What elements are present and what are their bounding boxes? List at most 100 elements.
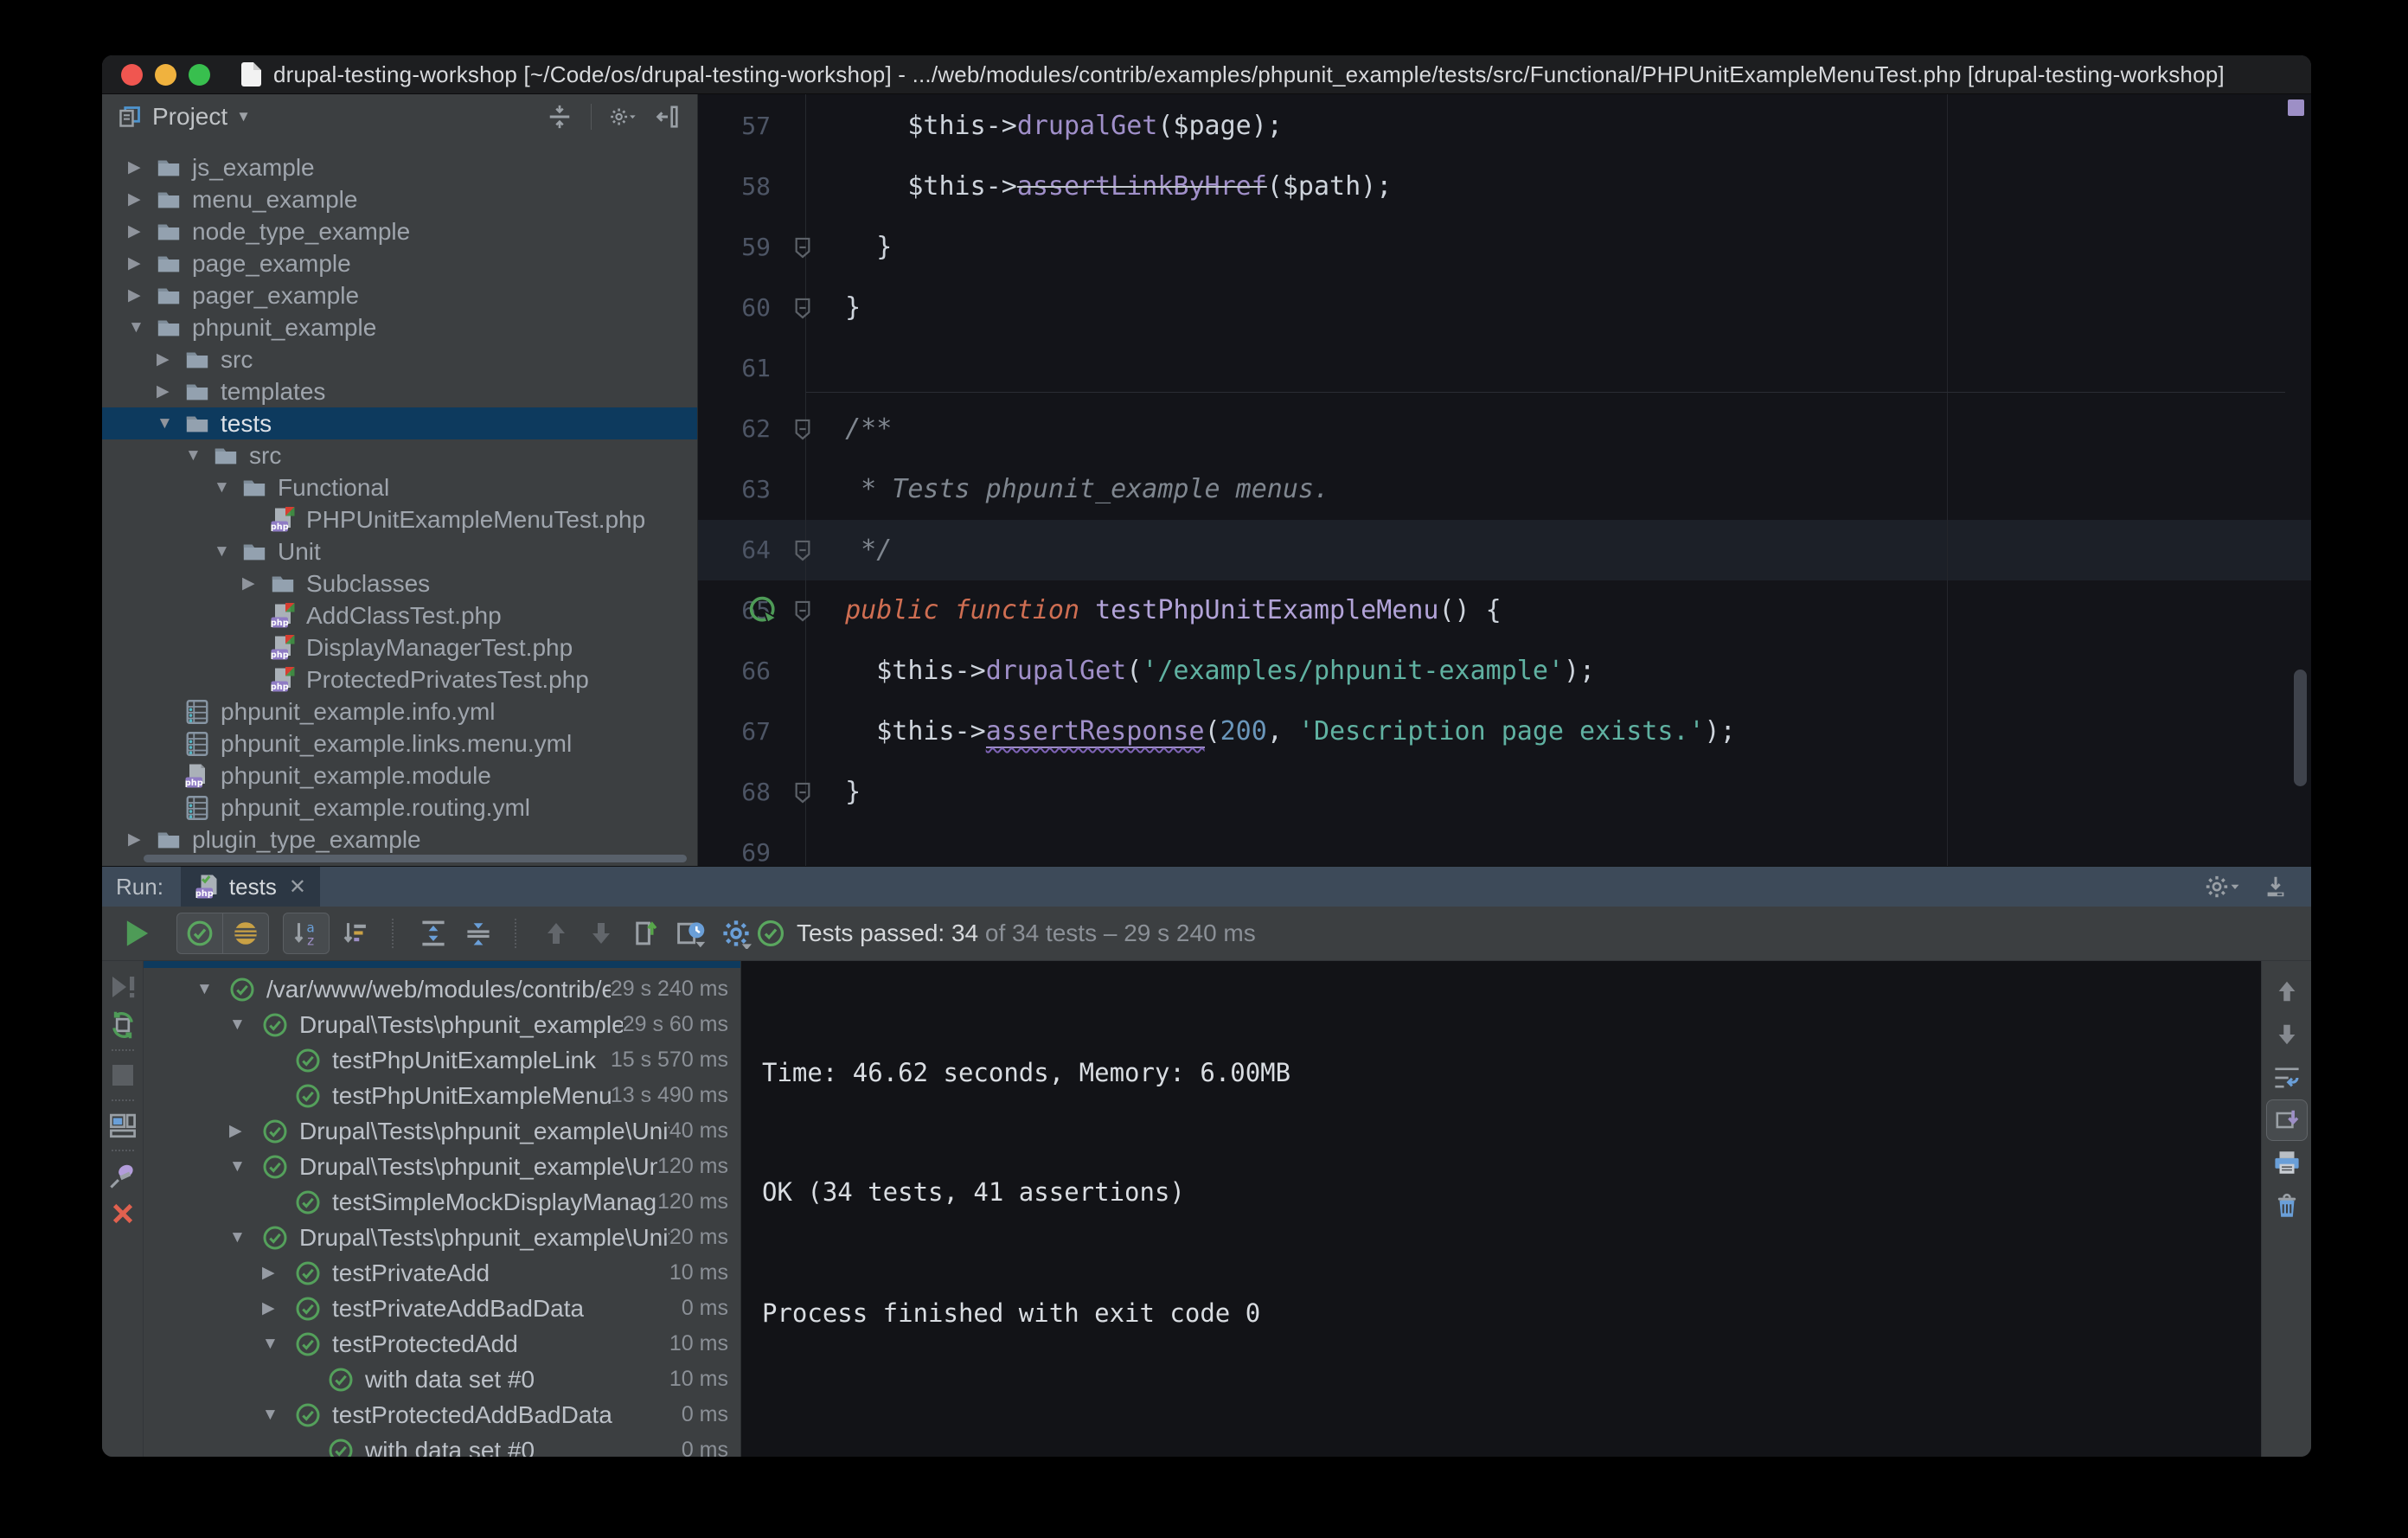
tree-toggle-icon[interactable]: ▶ <box>128 157 156 177</box>
previous-failed-test-button[interactable] <box>537 913 575 953</box>
close-window-button[interactable] <box>121 63 143 86</box>
code-line[interactable]: $this->drupalGet('/examples/phpunit-exam… <box>814 641 2311 702</box>
show-passed-toggle[interactable] <box>177 913 222 953</box>
project-tree-item[interactable]: ▼ Functional <box>102 471 697 503</box>
code-line[interactable]: /** <box>814 399 2311 459</box>
tree-toggle-icon[interactable]: ▶ <box>157 349 184 369</box>
show-ignored-toggle[interactable] <box>222 913 268 953</box>
project-tree-item[interactable]: ▶ node_type_example <box>102 215 697 247</box>
tree-toggle-icon[interactable]: ▼ <box>157 414 184 433</box>
project-tree-item[interactable]: ▼ Unit <box>102 535 697 567</box>
fold-marker[interactable] <box>791 580 814 641</box>
rerun-tests-button[interactable] <box>125 919 150 948</box>
clear-all-button[interactable] <box>2262 1184 2311 1227</box>
run-panel-settings-button[interactable] <box>2204 874 2240 900</box>
document-proxy-icon[interactable] <box>241 62 261 87</box>
stop-button[interactable] <box>102 1056 143 1094</box>
tree-toggle-icon[interactable]: ▼ <box>128 318 156 337</box>
project-tree-item[interactable]: ▶ templates <box>102 375 697 407</box>
tree-toggle-icon[interactable]: ▼ <box>196 980 229 999</box>
code-line[interactable]: $this->drupalGet($page); <box>814 96 2311 157</box>
test-tree-item[interactable]: ▼ testProtectedAddBadData 0 ms <box>144 1397 740 1432</box>
editor-scrollbar[interactable] <box>2294 670 2307 786</box>
test-runner-settings-button[interactable] <box>717 913 755 953</box>
run-test-gutter-button[interactable] <box>746 580 781 641</box>
tree-toggle-icon[interactable]: ▼ <box>214 478 241 497</box>
test-tree-item[interactable]: testSimpleMockDisplayManager 120 ms <box>144 1184 740 1220</box>
project-tree-item[interactable]: ▶ page_example <box>102 247 697 279</box>
tree-toggle-icon[interactable]: ▼ <box>229 1157 262 1176</box>
sort-by-duration-button[interactable] <box>336 913 375 953</box>
test-tree-item[interactable]: ▼ Drupal\Tests\phpunit_example\Unit\I 120 … <box>144 1149 740 1184</box>
soft-wrap-button[interactable] <box>2262 1056 2311 1099</box>
project-tree-item[interactable]: php ProtectedPrivatesTest.php <box>102 663 697 695</box>
test-tree-item[interactable]: testPhpUnitExampleLink 15 s 570 ms <box>144 1042 740 1078</box>
test-tree-item[interactable]: ▶ testPrivateAddBadData 0 ms <box>144 1291 740 1326</box>
tree-toggle-icon[interactable]: ▶ <box>262 1298 295 1318</box>
test-tree-item[interactable]: ▶ testPrivateAdd 10 ms <box>144 1255 740 1291</box>
close-tab-icon[interactable]: ✕ <box>289 875 306 900</box>
settings-gear-button[interactable] <box>609 103 637 131</box>
tree-toggle-icon[interactable]: ▶ <box>262 1263 295 1283</box>
run-tab-tests[interactable]: php tests ✕ <box>180 867 320 907</box>
project-tree-item[interactable]: ▶ Subclasses <box>102 567 697 599</box>
tree-toggle-icon[interactable]: ▼ <box>214 542 241 561</box>
code-line[interactable]: * Tests phpunit_example menus. <box>814 459 2311 520</box>
project-tree-item[interactable]: ▶ src <box>102 343 697 375</box>
fold-marker[interactable] <box>791 399 814 459</box>
tree-toggle-icon[interactable]: ▶ <box>128 285 156 305</box>
expand-all-button[interactable] <box>414 913 452 953</box>
code-line[interactable] <box>814 338 2311 399</box>
next-failed-test-button[interactable] <box>582 913 620 953</box>
fold-marker[interactable] <box>791 217 814 278</box>
fold-marker[interactable] <box>791 762 814 823</box>
print-button[interactable] <box>2262 1141 2311 1184</box>
chevron-down-icon[interactable]: ▼ <box>236 108 251 125</box>
code-line[interactable]: } <box>814 278 2311 338</box>
restore-layout-button[interactable] <box>102 1106 143 1144</box>
project-tree-item[interactable]: phpunit_example.links.menu.yml <box>102 727 697 759</box>
test-tree-item[interactable]: ▶ Drupal\Tests\phpunit_example\Unit\A 40 m… <box>144 1113 740 1149</box>
fold-marker-icon[interactable] <box>793 599 812 622</box>
code-line[interactable]: public function testPhpUnitExampleMenu()… <box>814 580 2311 641</box>
project-tree-item[interactable]: ▶ menu_example <box>102 183 697 215</box>
tree-toggle-icon[interactable]: ▶ <box>128 830 156 849</box>
scroll-to-end-toggle[interactable] <box>2265 1099 2308 1141</box>
fold-marker[interactable] <box>791 278 814 338</box>
code-line[interactable]: } <box>814 762 2311 823</box>
project-tree-item[interactable]: php AddClassTest.php <box>102 599 697 631</box>
tree-toggle-icon[interactable]: ▶ <box>128 221 156 241</box>
fold-marker-icon[interactable] <box>793 539 812 561</box>
horizontal-scrollbar[interactable] <box>144 855 687 862</box>
code-line[interactable]: $this->assertLinkByHref($path); <box>814 157 2311 217</box>
collapse-all-button[interactable] <box>459 913 497 953</box>
project-tree-item[interactable]: phpunit_example.routing.yml <box>102 791 697 823</box>
code-line[interactable]: */ <box>814 520 2311 580</box>
test-tree-item[interactable]: with data set #0 10 ms <box>144 1362 740 1397</box>
test-tree-item[interactable]: ▼ /var/www/web/modules/contrib/exa 29 s 24… <box>144 971 740 1007</box>
test-tree-item[interactable]: ▼ testProtectedAdd 10 ms <box>144 1326 740 1362</box>
project-tree-item[interactable]: ▶ plugin_type_example <box>102 823 697 856</box>
run-test-gutter-icon[interactable] <box>748 595 779 626</box>
hide-panel-button[interactable] <box>654 103 682 131</box>
fold-marker-icon[interactable] <box>793 418 812 440</box>
import-test-results-button[interactable] <box>627 913 665 953</box>
tree-toggle-icon[interactable]: ▶ <box>128 253 156 273</box>
rerun-failed-tests-button[interactable] <box>102 968 143 1006</box>
pin-tab-button[interactable] <box>102 1157 143 1195</box>
code-editor[interactable]: 57 58 59 60 61 62 63 64 65 66 67 68 69 $this->drupal… <box>698 94 2311 866</box>
tree-toggle-icon[interactable]: ▶ <box>242 574 270 593</box>
project-tree-item[interactable]: ▼ src <box>102 439 697 471</box>
test-tree-item[interactable]: testPhpUnitExampleMenu 13 s 490 ms <box>144 1078 740 1113</box>
up-stacktrace-button[interactable] <box>2262 970 2311 1013</box>
tree-toggle-icon[interactable]: ▶ <box>157 381 184 401</box>
close-run-panel-button[interactable] <box>102 1195 143 1233</box>
test-history-button[interactable] <box>672 913 710 953</box>
editor-code-area[interactable]: $this->drupalGet($page); $this->assertLi… <box>814 94 2311 866</box>
project-tree-item[interactable]: php phpunit_example.module <box>102 759 697 791</box>
inspection-indicator-icon[interactable] <box>2288 99 2304 116</box>
zoom-window-button[interactable] <box>189 63 210 86</box>
tree-toggle-icon[interactable]: ▼ <box>185 446 213 465</box>
test-console-output[interactable]: Time: 46.62 seconds, Memory: 6.00MB OK (3… <box>741 961 2261 1457</box>
fold-marker[interactable] <box>791 520 814 580</box>
